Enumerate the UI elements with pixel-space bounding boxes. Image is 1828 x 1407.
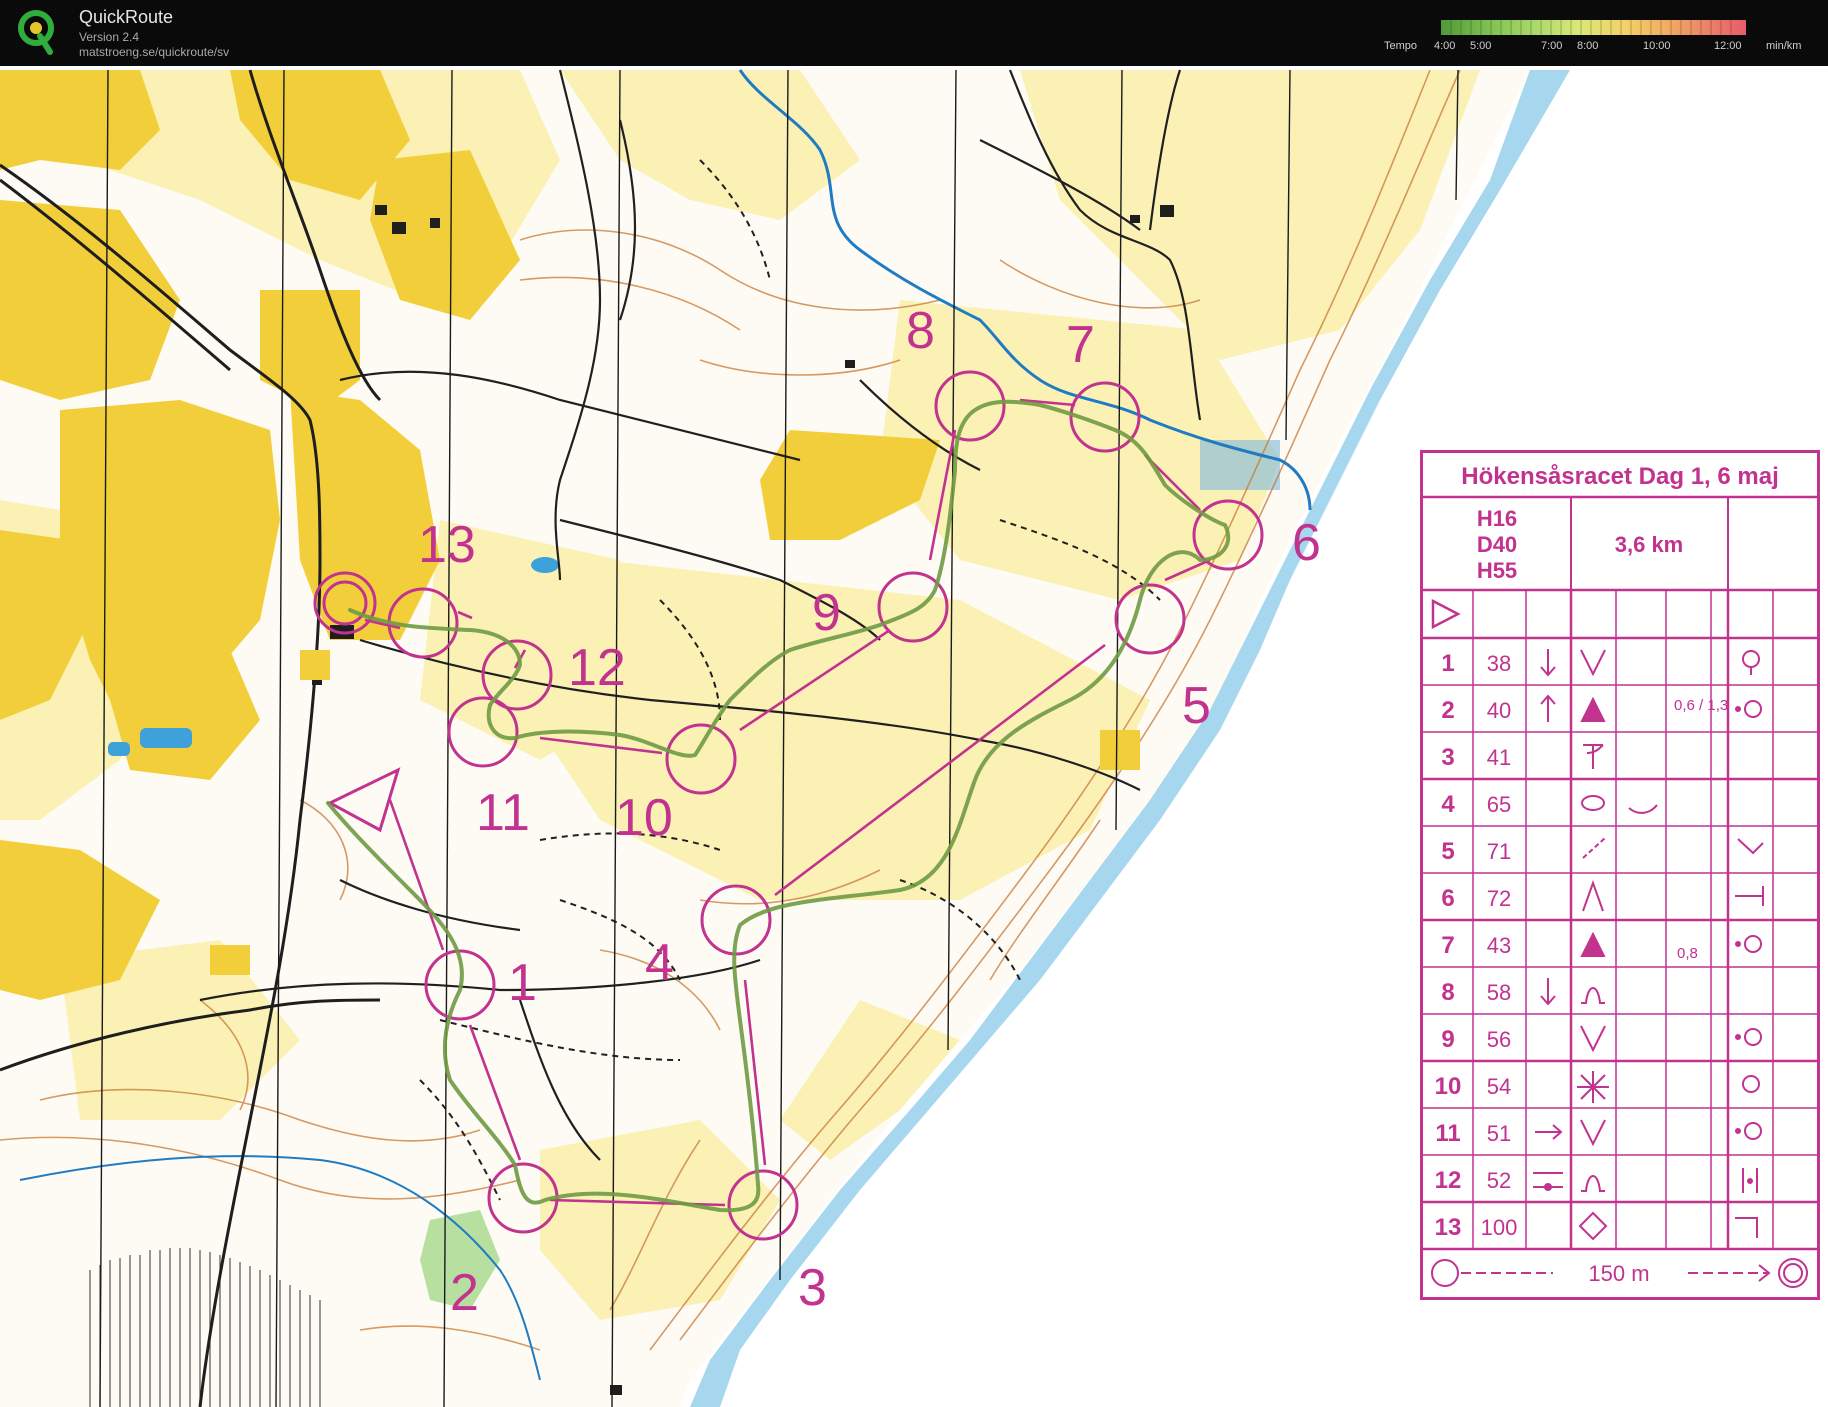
control-number: 4 bbox=[1441, 791, 1455, 818]
between-features-icon bbox=[1533, 1172, 1563, 1191]
control-code: 72 bbox=[1487, 886, 1511, 911]
control-number: 1 bbox=[1441, 650, 1454, 677]
control-number: 8 bbox=[1441, 979, 1454, 1006]
down-arrow-icon bbox=[1540, 978, 1556, 1006]
control-label-9: 9 bbox=[812, 584, 841, 642]
depression-v-icon bbox=[1580, 1119, 1606, 1147]
quickroute-title-bar: QuickRoute Version 2.4 matstroeng.se/qui… bbox=[0, 0, 1828, 66]
dot-circle-icon bbox=[1735, 935, 1762, 953]
control-code: 65 bbox=[1487, 792, 1511, 817]
course-title: Hökensåsracet Dag 1, 6 maj bbox=[1461, 463, 1779, 490]
control-number: 13 bbox=[1435, 1214, 1462, 1241]
control-number: 5 bbox=[1441, 838, 1454, 865]
tempo-scale-grid bbox=[1450, 20, 1732, 35]
control-label-13: 13 bbox=[418, 516, 476, 574]
course-class: H55 bbox=[1477, 558, 1517, 583]
control-label-12: 12 bbox=[568, 639, 626, 697]
circle-open-icon bbox=[1742, 650, 1760, 675]
control-code: 51 bbox=[1487, 1121, 1511, 1146]
tempo-tick: 5:00 bbox=[1470, 40, 1492, 52]
corner-down-icon bbox=[1735, 1217, 1758, 1238]
circle-open-icon bbox=[1742, 1075, 1760, 1093]
control-code: 56 bbox=[1487, 1027, 1511, 1052]
finish-start-circle-icon bbox=[1431, 1259, 1459, 1287]
control-label-11: 11 bbox=[476, 784, 530, 842]
course-class: D40 bbox=[1477, 532, 1517, 557]
control-number: 7 bbox=[1441, 932, 1454, 959]
control-code: 100 bbox=[1481, 1215, 1518, 1240]
up-arrow-icon bbox=[1540, 694, 1556, 722]
control-code: 43 bbox=[1487, 933, 1511, 958]
control-dimension: 0,8 bbox=[1677, 945, 1698, 962]
control-code: 71 bbox=[1487, 839, 1511, 864]
control-label-5: 5 bbox=[1182, 677, 1211, 735]
control-code: 38 bbox=[1487, 651, 1511, 676]
boulder-triangle-icon bbox=[1580, 696, 1606, 722]
tempo-label: Tempo bbox=[1384, 40, 1418, 52]
course-length: 3,6 km bbox=[1615, 532, 1684, 557]
depression-v-icon bbox=[1580, 649, 1606, 677]
control-label-6: 6 bbox=[1292, 514, 1321, 572]
control-number: 3 bbox=[1441, 744, 1454, 771]
t-right-icon bbox=[1735, 886, 1764, 906]
control-number: 11 bbox=[1435, 1120, 1460, 1147]
control-label-7: 7 bbox=[1066, 316, 1095, 374]
tempo-tick: 12:00 bbox=[1714, 40, 1742, 52]
tempo-unit: min/km bbox=[1766, 40, 1802, 52]
right-arrow-icon bbox=[1535, 1124, 1563, 1140]
control-label-3: 3 bbox=[798, 1259, 827, 1317]
spur-arch-icon bbox=[1581, 1175, 1605, 1192]
control-number: 6 bbox=[1441, 885, 1454, 912]
control-code: 54 bbox=[1487, 1074, 1511, 1099]
knoll-ellipse-icon bbox=[1581, 795, 1605, 811]
control-number: 12 bbox=[1435, 1167, 1462, 1194]
ridge-curve-icon bbox=[1628, 804, 1658, 814]
control-label-4: 4 bbox=[645, 934, 674, 992]
dot-circle-icon bbox=[1735, 700, 1762, 718]
boulder-triangle-icon bbox=[1580, 931, 1606, 957]
dot-circle-icon bbox=[1735, 1028, 1762, 1046]
down-arrow-icon bbox=[1540, 649, 1556, 677]
tempo-tick: 8:00 bbox=[1577, 40, 1599, 52]
marsh bbox=[1200, 440, 1280, 490]
quickroute-logo-icon bbox=[18, 10, 54, 55]
control-label-8: 8 bbox=[906, 302, 935, 360]
start-symbol-icon bbox=[1431, 598, 1461, 630]
bars-icon bbox=[1742, 1168, 1758, 1193]
control-number: 10 bbox=[1435, 1073, 1462, 1100]
ditch-slash-icon bbox=[1582, 837, 1606, 859]
control-number: 2 bbox=[1441, 697, 1454, 724]
finish-distance: 150 m bbox=[1588, 1261, 1649, 1286]
description-table: Hökensåsracet Dag 1, 6 maj H16 D40 H55 3… bbox=[1423, 463, 1817, 1288]
control-description-sheet: Hökensåsracet Dag 1, 6 maj H16 D40 H55 3… bbox=[1420, 450, 1820, 1300]
tempo-tick: 7:00 bbox=[1541, 40, 1563, 52]
control-code: 41 bbox=[1487, 745, 1511, 770]
control-number: 9 bbox=[1441, 1026, 1454, 1053]
spur-arch-icon bbox=[1581, 987, 1605, 1004]
control-code: 58 bbox=[1487, 980, 1511, 1005]
app-version: Version 2.4 bbox=[79, 30, 140, 44]
control-label-10: 10 bbox=[615, 789, 673, 847]
corner-icon bbox=[1737, 838, 1764, 855]
course-class: H16 bbox=[1477, 506, 1517, 531]
tempo-tick: 4:00 bbox=[1434, 40, 1456, 52]
diamond-icon bbox=[1578, 1211, 1608, 1241]
app-url: matstroeng.se/quickroute/sv bbox=[79, 45, 230, 59]
app-name: QuickRoute bbox=[79, 7, 174, 27]
vegetation-thicket-icon bbox=[1577, 1071, 1609, 1103]
thicket-t-icon bbox=[1583, 744, 1604, 769]
reentrant-peak-icon bbox=[1582, 880, 1604, 912]
control-dimension: 0,6 / 1,3 bbox=[1674, 697, 1728, 714]
control-code: 52 bbox=[1487, 1168, 1511, 1193]
control-label-1: 1 bbox=[508, 954, 537, 1012]
tempo-tick: 10:00 bbox=[1643, 40, 1671, 52]
depression-v-icon bbox=[1580, 1025, 1606, 1053]
dot-circle-icon bbox=[1735, 1122, 1762, 1140]
control-code: 40 bbox=[1487, 698, 1511, 723]
control-label-2: 2 bbox=[450, 1264, 479, 1322]
